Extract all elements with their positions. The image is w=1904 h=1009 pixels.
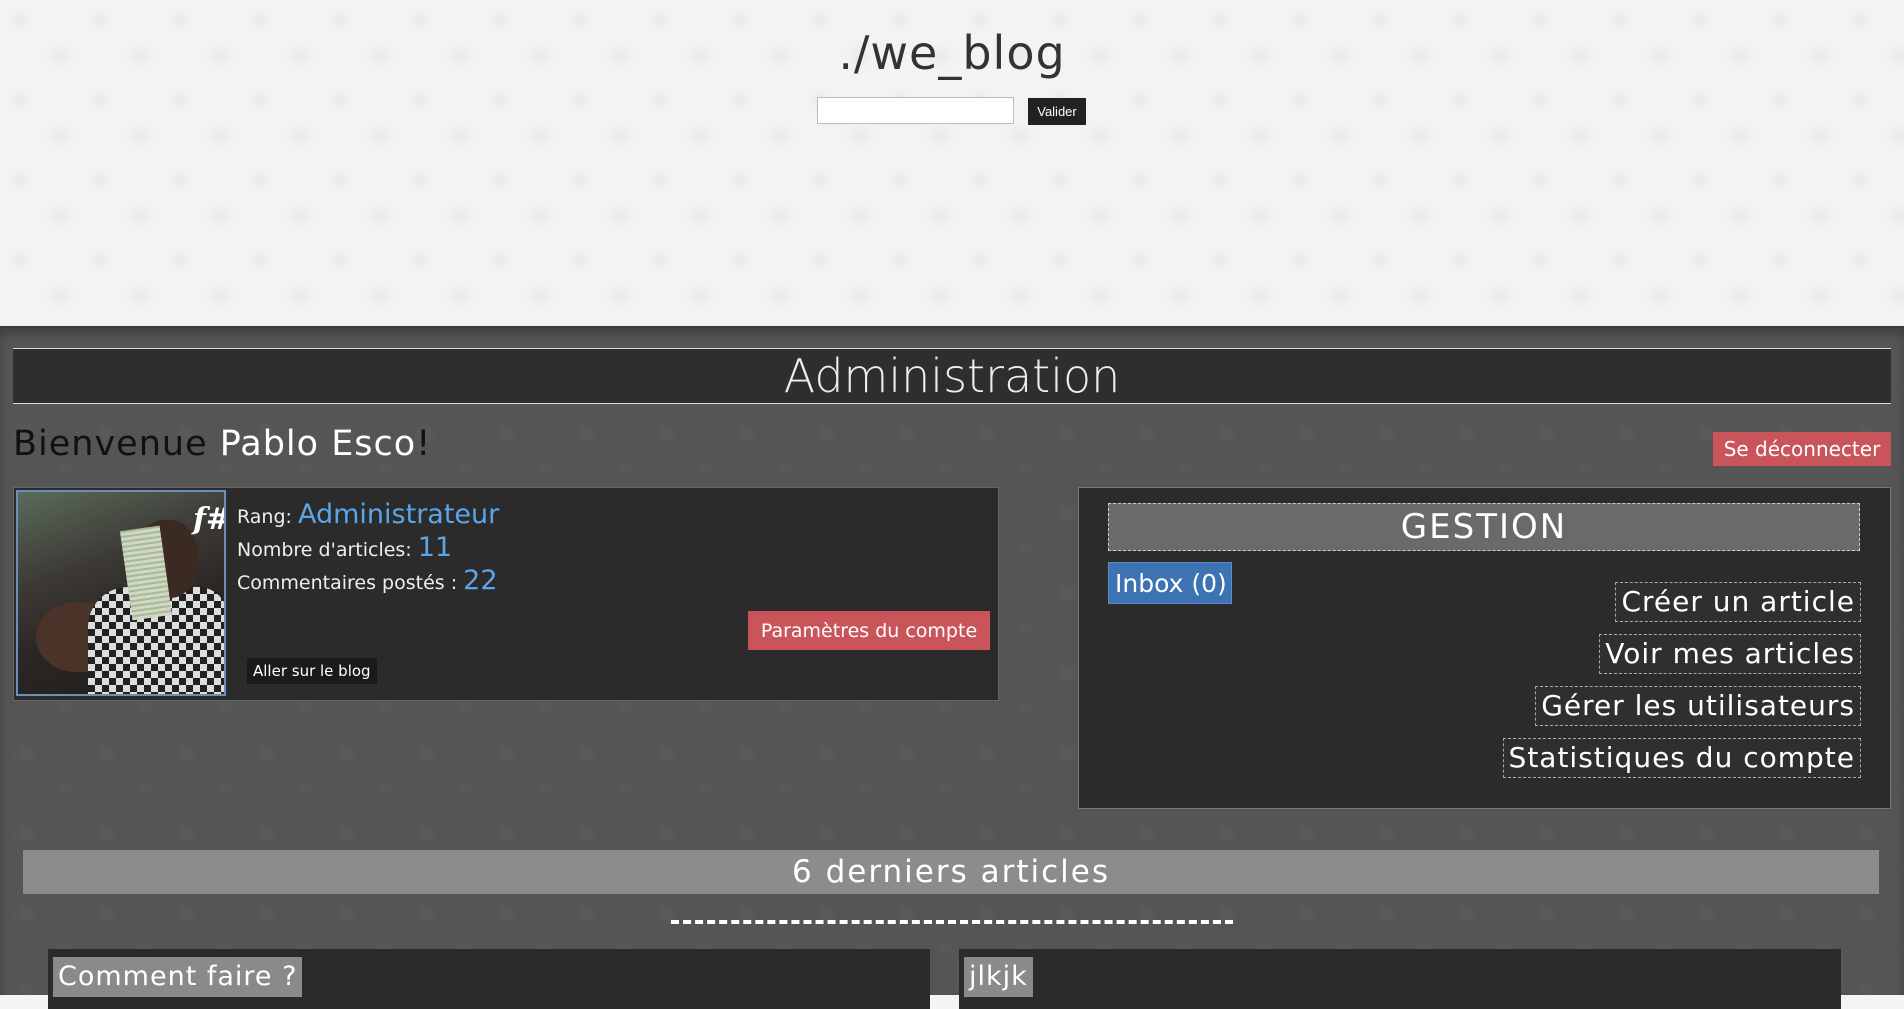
stat-articles: Nombre d'articles: 11	[237, 532, 452, 563]
manage-users-link[interactable]: Gérer les utilisateurs	[1535, 686, 1861, 726]
page-title: Administration	[783, 349, 1121, 403]
stat-comments-label: Commentaires postés :	[237, 572, 464, 594]
stat-rank-label: Rang:	[237, 506, 298, 528]
account-stats-link[interactable]: Statistiques du compte	[1502, 738, 1861, 778]
article-title[interactable]: Comment faire ?	[53, 957, 303, 997]
site-title[interactable]: ./we_blog	[0, 26, 1904, 80]
admin-section: Administration Bienvenue Pablo Esco! Se …	[0, 326, 1904, 1009]
article-card[interactable]: Comment faire ?	[48, 949, 930, 1009]
profile-card: f# Rang: Administrateur Nombre d'article…	[13, 487, 999, 701]
view-articles-link[interactable]: Voir mes articles	[1599, 634, 1861, 674]
stat-rank: Rang: Administrateur	[237, 499, 499, 530]
stat-comments: Commentaires postés : 22	[237, 565, 498, 596]
latest-articles-header: 6 derniers articles	[23, 850, 1879, 894]
article-title[interactable]: jlkjk	[964, 957, 1033, 997]
latest-divider	[671, 920, 1233, 924]
user-name: Pablo Esco	[219, 424, 417, 464]
search-input[interactable]	[817, 97, 1014, 124]
stat-articles-label: Nombre d'articles:	[237, 539, 418, 561]
welcome-suffix: !	[416, 424, 432, 464]
welcome-message: Bienvenue Pablo Esco!	[13, 424, 431, 464]
welcome-prefix: Bienvenue	[13, 424, 220, 464]
admin-title-bar: Administration	[13, 348, 1891, 404]
inbox-button[interactable]: Inbox (0)	[1108, 562, 1232, 604]
avatar: f#	[16, 490, 226, 696]
article-card[interactable]: jlkjk	[959, 949, 1841, 1009]
create-article-link[interactable]: Créer un article	[1615, 582, 1861, 622]
stat-rank-value: Administrateur	[297, 499, 500, 530]
gestion-panel: GESTION Inbox (0) Créer un article Voir …	[1078, 487, 1891, 809]
avatar-badge: f#	[193, 502, 224, 537]
logout-button[interactable]: Se déconnecter	[1713, 432, 1891, 466]
account-settings-button[interactable]: Paramètres du compte	[748, 611, 990, 650]
stat-articles-value: 11	[417, 532, 453, 563]
site-header: ./we_blog Valider	[0, 0, 1904, 326]
goto-blog-button[interactable]: Aller sur le blog	[247, 658, 377, 684]
stat-comments-value: 22	[463, 565, 498, 596]
gestion-title: GESTION	[1108, 503, 1860, 551]
search-submit-button[interactable]: Valider	[1028, 98, 1086, 125]
